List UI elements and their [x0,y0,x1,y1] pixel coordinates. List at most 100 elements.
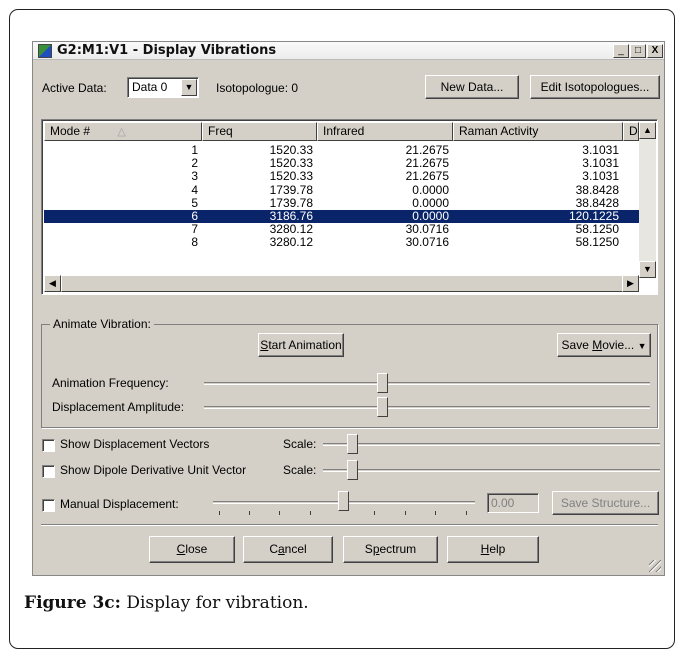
tick-mark [405,511,406,515]
raman-cell: 3.1031 [582,143,619,157]
show-displacement-vectors-label: Show Displacement Vectors [60,437,210,451]
table-row[interactable]: 8 3280.12 30.0716 58.1250 [44,236,639,249]
scroll-left-icon[interactable]: ◀ [44,275,61,292]
freq-cell: 1520.33 [269,156,313,171]
column-header-infrared[interactable]: Infrared [317,122,453,141]
mode-cell: 2 [191,156,198,171]
tick-mark [219,511,220,515]
manual-displacement-label: Manual Displacement: [60,497,179,511]
scroll-right-icon[interactable]: ▶ [622,275,639,292]
vector-scale-slider[interactable] [347,434,358,454]
new-data-button[interactable]: New Data... [425,75,519,99]
show-dipole-derivative-label: Show Dipole Derivative Unit Vector [60,463,247,477]
mode-cell: 6 [191,209,198,223]
save-structure-button[interactable]: Save Structure... [552,491,659,515]
manual-displacement-value[interactable]: 0.00 [487,493,539,513]
start-animation-button[interactable]: Start Animation [258,333,344,357]
freq-cell: 1520.33 [269,143,313,157]
help-button[interactable]: Help [447,536,539,563]
vertical-scrollbar[interactable]: ▲ ▼ [639,122,656,278]
tick-mark [466,511,467,515]
horizontal-scroll-thumb[interactable] [61,275,623,292]
freq-cell: 1739.78 [269,195,313,210]
separator [41,524,658,526]
tick-mark [279,511,280,515]
show-dipole-derivative-checkbox[interactable] [42,465,55,478]
column-header-mode[interactable]: Mode # △ [44,122,202,141]
tick-mark [310,511,311,515]
active-data-label: Active Data: [42,81,107,95]
app-icon [38,44,52,58]
infrared-cell: 0.0000 [412,195,449,210]
dipole-scale-slider[interactable] [347,460,358,480]
infrared-cell: 30.0716 [405,222,449,237]
table-row[interactable]: 5 1739.78 0.0000 38.8428 [44,195,639,210]
infrared-cell: 0.0000 [412,209,449,223]
chevron-down-icon[interactable]: ▼ [181,79,197,96]
table-row[interactable]: 1 1520.33 21.2675 3.1031 [44,144,639,157]
figure-caption: Figure 3c: Display for vibration. [24,593,309,613]
edit-isotopologues-button[interactable]: Edit Isotopologues... [530,75,660,99]
table-row-selected[interactable]: 6 3186.76 0.0000 120.1225 [44,210,639,223]
displacement-amplitude-slider[interactable] [377,397,388,417]
mode-cell: 7 [191,222,198,237]
modes-table[interactable]: Mode # △ Freq Infrared Raman Activity D … [41,119,658,295]
scale-label-1: Scale: [283,437,317,451]
raman-cell: 38.8428 [575,195,619,210]
displacement-amplitude-track[interactable] [204,406,650,409]
maximize-button[interactable]: □ [630,44,646,58]
mode-cell: 5 [191,195,198,210]
minimize-button[interactable]: _ [613,44,629,58]
table-row[interactable]: 3 1520.33 21.2675 3.1031 [44,170,639,183]
save-movie-button[interactable]: Save Movie... ▼ [557,333,651,357]
figure-caption-text: Display for vibration. [120,593,309,613]
infrared-cell: 30.0716 [405,235,449,250]
manual-displacement-checkbox[interactable] [42,499,55,512]
close-button[interactable]: Close [149,536,235,563]
display-vibrations-window: G2:M1:V1 - Display Vibrations _ □ X Acti… [32,41,665,576]
column-header-freq[interactable]: Freq [202,122,317,141]
table-row[interactable]: 4 1739.78 0.0000 38.8428 [44,182,639,197]
column-header-d[interactable]: D [623,122,639,141]
freq-cell: 3280.12 [269,222,313,237]
freq-cell: 1739.78 [269,182,313,197]
raman-cell: 3.1031 [582,169,619,184]
tick-mark [435,511,436,515]
active-data-select[interactable]: Data 0 ▼ [127,77,199,98]
raman-cell: 3.1031 [582,156,619,171]
spectrum-button[interactable]: Spectrum [343,536,438,563]
freq-cell: 3186.76 [269,209,313,223]
mode-cell: 4 [191,182,198,197]
raman-cell: 58.1250 [575,235,619,250]
sort-ascending-icon: △ [117,126,126,138]
active-data-value: Data 0 [132,80,168,94]
cancel-button[interactable]: Cancel [243,536,333,563]
table-row[interactable]: 7 3280.12 30.0716 58.1250 [44,223,639,236]
close-window-button[interactable]: X [647,44,663,58]
scale-label-2: Scale: [283,463,317,477]
table-row[interactable]: 2 1520.33 21.2675 3.1031 [44,157,639,170]
freq-cell: 1520.33 [269,169,313,184]
scroll-up-icon[interactable]: ▲ [639,122,656,139]
tick-mark [249,511,250,515]
scroll-down-icon[interactable]: ▼ [639,261,656,278]
infrared-cell: 21.2675 [405,156,449,171]
mode-cell: 8 [191,235,198,250]
raman-cell: 58.1250 [575,222,619,237]
animate-vibration-group: Animate Vibration: Start Animation Save … [41,317,658,428]
animation-frequency-slider[interactable] [377,373,388,393]
animation-frequency-track[interactable] [204,382,650,385]
vector-scale-track[interactable] [323,443,660,446]
dipole-scale-track[interactable] [323,469,660,472]
horizontal-scrollbar[interactable]: ◀ ▶ [44,275,639,292]
displacement-amplitude-label: Displacement Amplitude: [52,400,185,414]
show-displacement-vectors-checkbox[interactable] [42,439,55,452]
resize-grip-icon[interactable] [649,560,661,572]
column-header-raman[interactable]: Raman Activity [453,122,623,141]
isotopologue-label: Isotopologue: 0 [216,81,299,95]
tick-mark [374,511,375,515]
infrared-cell: 21.2675 [405,143,449,157]
infrared-cell: 21.2675 [405,169,449,184]
manual-displacement-slider[interactable] [338,491,349,511]
title-bar[interactable]: G2:M1:V1 - Display Vibrations _ □ X [33,42,664,60]
